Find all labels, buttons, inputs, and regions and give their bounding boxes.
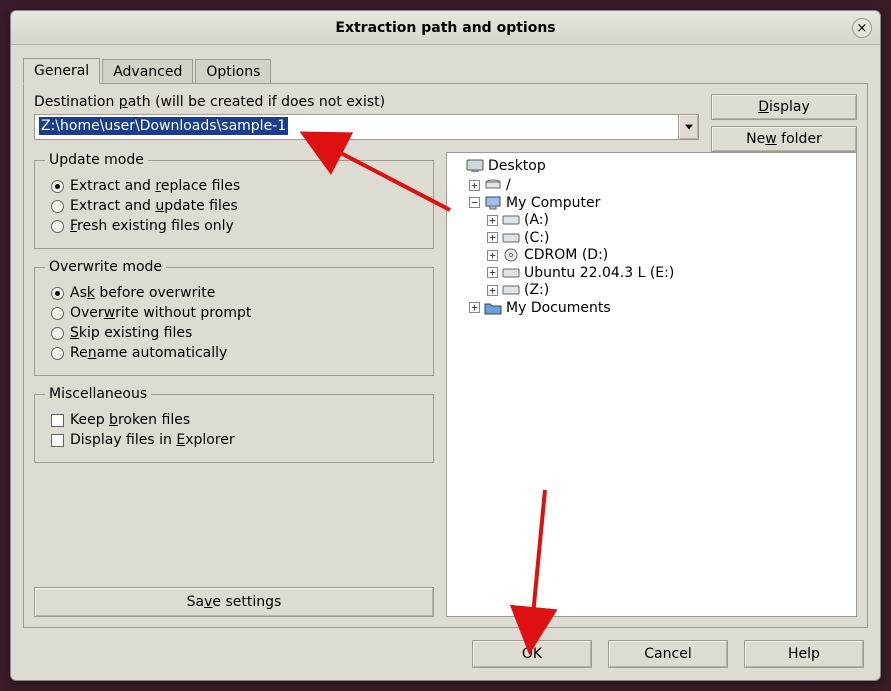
computer-icon — [484, 195, 502, 211]
destination-path-label: Destination path (will be created if doe… — [34, 94, 699, 110]
overwrite-rename[interactable]: Rename automatically — [51, 345, 423, 361]
display-button[interactable]: Display — [711, 94, 857, 120]
expand-icon[interactable]: + — [487, 215, 498, 226]
tree-node-drive-a[interactable]: + (A:) — [487, 212, 549, 228]
tree-node-my-documents[interactable]: + My Documents — [469, 300, 611, 316]
checkbox-icon: ✓ — [51, 434, 64, 447]
destination-path-input[interactable]: Z:\home\user\Downloads\sample-1 — [34, 114, 679, 140]
miscellaneous-legend: Miscellaneous — [45, 386, 151, 402]
expand-icon[interactable]: + — [487, 232, 498, 243]
radio-icon — [51, 307, 64, 320]
folder-icon — [484, 300, 502, 316]
titlebar[interactable]: Extraction path and options × — [11, 11, 880, 45]
drive-icon — [502, 265, 520, 281]
tree-node-drive-c[interactable]: + (C:) — [487, 230, 549, 246]
chevron-down-icon — [685, 124, 693, 130]
cancel-button[interactable]: Cancel — [608, 640, 728, 668]
radio-icon — [51, 200, 64, 213]
overwrite-skip[interactable]: Skip existing files — [51, 325, 423, 341]
drive-icon — [502, 230, 520, 246]
expand-icon[interactable]: + — [469, 302, 480, 313]
tabs: General Advanced Options — [23, 55, 868, 83]
update-mode-legend: Update mode — [45, 152, 148, 168]
ok-button[interactable]: OK — [472, 640, 592, 668]
radio-icon — [51, 220, 64, 233]
radio-icon — [51, 180, 64, 193]
tab-advanced[interactable]: Advanced — [102, 59, 193, 84]
window-title: Extraction path and options — [335, 20, 555, 36]
tree-node-desktop[interactable]: Desktop — [451, 158, 546, 174]
overwrite-without-prompt[interactable]: Overwrite without prompt — [51, 305, 423, 321]
tree-node-cdrom-d[interactable]: + CDROM (D:) — [487, 247, 608, 263]
radio-icon — [51, 327, 64, 340]
close-icon[interactable]: × — [852, 18, 872, 38]
save-settings-button[interactable]: Save settings — [34, 587, 434, 617]
cdrom-icon — [502, 247, 520, 263]
help-button[interactable]: Help — [744, 640, 864, 668]
tree-node-ubuntu-e[interactable]: + Ubuntu 22.04.3 L (E:) — [487, 265, 674, 281]
collapse-icon[interactable]: − — [469, 197, 480, 208]
dialog-window: Extraction path and options × General Ad… — [10, 10, 881, 681]
desktop-icon — [466, 158, 484, 174]
update-mode-update[interactable]: Extract and update files — [51, 198, 423, 214]
tree-node-drive-z[interactable]: + (Z:) — [487, 282, 549, 298]
overwrite-ask[interactable]: Ask before overwrite — [51, 285, 423, 301]
expand-icon[interactable]: + — [469, 180, 480, 191]
update-mode-fresh[interactable]: Fresh existing files only — [51, 218, 423, 234]
update-mode-group: Update mode Extract and replace files Ex… — [34, 152, 434, 249]
expand-icon[interactable]: + — [487, 285, 498, 296]
tab-general[interactable]: General — [23, 58, 100, 84]
drive-icon — [502, 212, 520, 228]
tree-node-root-slash[interactable]: + / — [469, 177, 511, 193]
tab-options[interactable]: Options — [195, 59, 271, 84]
display-in-explorer-checkbox[interactable]: ✓ Display files in Explorer — [51, 432, 423, 448]
destination-path-combo[interactable]: Z:\home\user\Downloads\sample-1 — [34, 114, 699, 140]
checkbox-icon: ✓ — [51, 414, 64, 427]
destination-path-dropdown[interactable] — [679, 114, 699, 140]
expand-icon[interactable]: + — [487, 267, 498, 278]
expand-icon[interactable]: + — [487, 250, 498, 261]
drive-icon — [484, 177, 502, 193]
tree-node-my-computer[interactable]: − My Computer — [469, 195, 600, 211]
new-folder-button[interactable]: New folder — [711, 126, 857, 152]
miscellaneous-group: Miscellaneous ✓ Keep broken files ✓ Disp… — [34, 386, 434, 463]
radio-icon — [51, 347, 64, 360]
expander-icon — [451, 161, 462, 172]
drive-icon — [502, 282, 520, 298]
overwrite-mode-group: Overwrite mode Ask before overwrite Over… — [34, 259, 434, 376]
dialog-buttons: OK Cancel Help — [23, 628, 868, 668]
radio-icon — [51, 287, 64, 300]
keep-broken-files-checkbox[interactable]: ✓ Keep broken files — [51, 412, 423, 428]
client-area: General Advanced Options Destination pat… — [11, 45, 880, 680]
tab-page-general: Destination path (will be created if doe… — [23, 83, 868, 628]
update-mode-replace[interactable]: Extract and replace files — [51, 178, 423, 194]
overwrite-mode-legend: Overwrite mode — [45, 259, 166, 275]
folder-tree[interactable]: Desktop + / — [446, 152, 857, 617]
